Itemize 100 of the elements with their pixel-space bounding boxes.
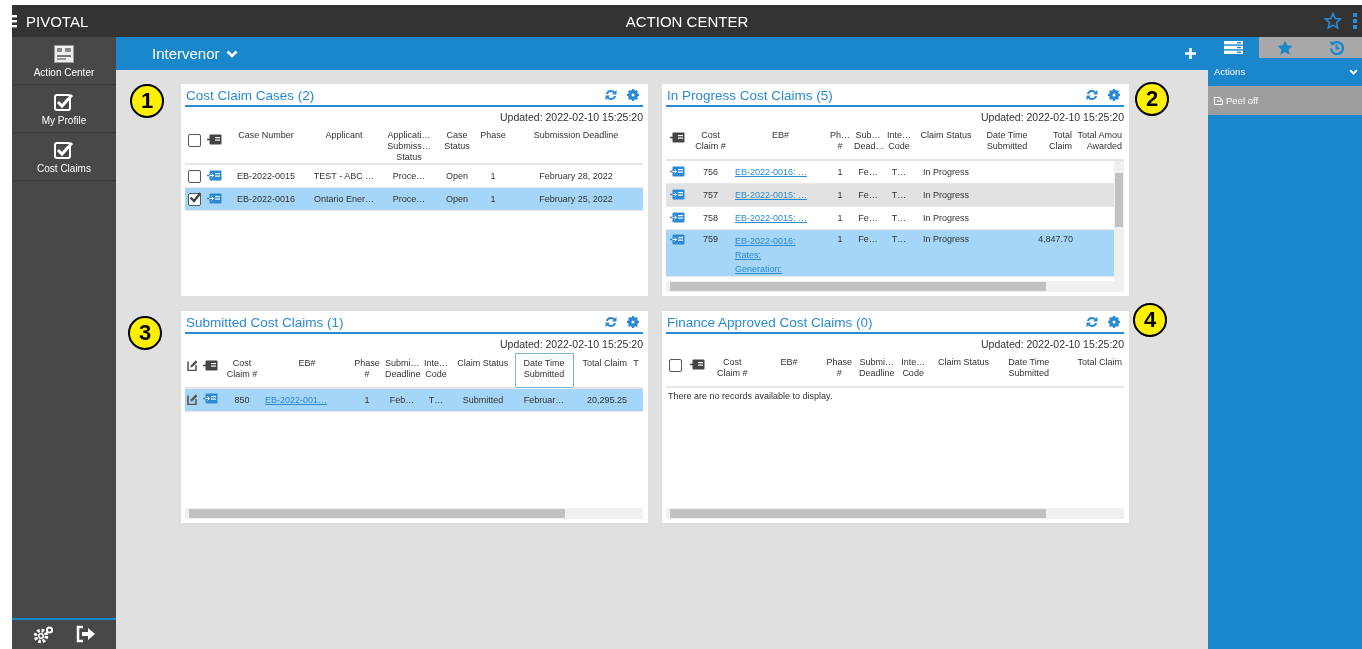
context-dropdown[interactable]: Intervenor — [152, 45, 238, 62]
add-icon[interactable] — [1185, 48, 1196, 59]
column-header[interactable]: Inte… Code — [884, 126, 914, 160]
column-header[interactable]: Submission Deadline — [509, 126, 643, 164]
table-cell: 1 — [828, 229, 852, 277]
table-cell: Proce… — [381, 165, 437, 188]
open-record-icon[interactable] — [206, 192, 222, 204]
table-row[interactable]: 759 EB-2022-0016: Rates: Generation: 1 Fe… T… In Progress 4,847.70 — [666, 229, 1114, 277]
table-row[interactable]: 758 EB-2022-0015: … 1 Fe… T… In Progress — [666, 206, 1114, 230]
open-record-icon[interactable] — [669, 211, 685, 223]
table-cell: 757 — [688, 183, 733, 207]
widget-title: Cost Claim Cases (2) — [186, 87, 315, 103]
column-header[interactable]: Inte… Code — [421, 353, 451, 388]
table-cell: Fe… — [852, 229, 884, 277]
record-link[interactable]: EB-2022-0016: … — [735, 165, 826, 179]
table-cell: 20,295.25 — [573, 388, 629, 411]
star-icon[interactable] — [1324, 12, 1342, 30]
updated-timestamp: Updated: 2022-02-10 15:25:20 — [980, 111, 1124, 123]
open-record-icon[interactable] — [669, 188, 685, 200]
table-row[interactable]: 850 EB-2022-001… 1 Feb… T… Submitted Februar… 20,295.25 — [185, 388, 643, 411]
callout-marker: 4 — [1133, 303, 1167, 337]
settings-icon[interactable] — [32, 625, 54, 645]
open-record-icon[interactable] — [202, 393, 218, 404]
checkbox[interactable] — [187, 169, 201, 183]
dashboard-icon — [54, 45, 74, 63]
updated-timestamp: Updated: 2022-02-10 15:25:20 — [499, 111, 643, 123]
table-cell: Feb… — [383, 388, 421, 411]
column-header[interactable]: Claim Status — [929, 353, 998, 387]
column-header[interactable]: EB# — [263, 353, 351, 388]
menu-icon[interactable] — [12, 14, 20, 28]
horizontal-scrollbar[interactable] — [666, 281, 1124, 292]
table-cell: 4,847.70 — [1036, 229, 1074, 277]
column-header[interactable]: Applicant — [307, 126, 381, 164]
open-record-icon — [202, 359, 218, 371]
checkbox[interactable] — [669, 359, 683, 372]
column-header[interactable]: Inte… Code — [897, 353, 930, 387]
column-header[interactable]: Applicati… Submiss… Status — [381, 126, 437, 164]
horizontal-scrollbar[interactable] — [666, 508, 1124, 519]
table-row[interactable]: 757 EB-2022-0015: … 1 Fe… T… In Progress — [666, 183, 1114, 207]
vertical-scrollbar[interactable] — [1114, 161, 1124, 281]
more-icon[interactable] — [1352, 12, 1358, 30]
callout-marker: 3 — [128, 316, 162, 350]
checkbox[interactable] — [187, 192, 201, 206]
column-header[interactable]: Submi… Deadline — [383, 353, 421, 388]
column-header[interactable]: Phase # — [351, 353, 383, 388]
table-cell: Open — [437, 187, 477, 211]
column-header[interactable]: T — [629, 353, 643, 388]
table-cell: T… — [884, 183, 914, 207]
table-cell: Proce… — [381, 187, 437, 211]
column-header[interactable]: Case Status — [437, 126, 477, 164]
edit-icon[interactable] — [187, 392, 197, 405]
column-header[interactable]: Claim Status — [451, 353, 515, 388]
column-header[interactable]: Date Time Submitted — [978, 126, 1036, 160]
column-header[interactable]: Sub… Dead… — [852, 126, 884, 160]
checkbox[interactable] — [187, 134, 201, 147]
refresh-icon[interactable] — [1086, 316, 1098, 328]
table-cell: EB-2022-0015 — [225, 165, 307, 188]
column-header[interactable]: Total Claim — [573, 353, 629, 388]
history-icon — [1328, 40, 1344, 55]
checkbox-icon — [54, 141, 74, 159]
horizontal-scrollbar[interactable] — [185, 508, 643, 519]
column-header[interactable]: Total Claim — [1059, 353, 1124, 387]
table-cell: T… — [884, 229, 914, 277]
column-header[interactable]: Submi… Deadline — [856, 353, 898, 387]
table-cell: Open — [437, 165, 477, 188]
table-row[interactable]: 756 EB-2022-0016: … 1 Fe… T… In Progress — [666, 161, 1114, 184]
column-header[interactable]: Cost Claim # — [688, 126, 733, 160]
refresh-icon[interactable] — [605, 316, 617, 328]
column-header[interactable]: Cost Claim # — [221, 353, 263, 388]
table-cell: 759 — [688, 229, 733, 277]
column-header[interactable]: Phase # — [822, 353, 857, 387]
column-header[interactable]: EB# — [755, 353, 823, 387]
refresh-icon[interactable] — [605, 89, 617, 101]
column-header[interactable]: Case Number — [225, 126, 307, 164]
record-link[interactable]: EB-2022-0015: … — [735, 211, 826, 225]
table-cell: In Progress — [914, 229, 978, 277]
table-row[interactable]: EB-2022-0015 TEST - ABC … Proce… Open 1 February 28, 2022 — [185, 165, 643, 188]
table-cell: 1 — [351, 388, 383, 411]
table-row[interactable]: EB-2022-0016 Ontario Ener… Proce… Open 1 February 25, 2022 — [185, 187, 643, 211]
logout-icon[interactable] — [76, 625, 96, 643]
sidebar-item[interactable]: Action Center — [12, 37, 116, 85]
column-header[interactable]: Cost Claim # — [708, 353, 756, 387]
column-header[interactable]: Claim Status — [914, 126, 978, 160]
column-header[interactable]: Ph… # — [828, 126, 852, 160]
table-cell: Submitted — [451, 388, 515, 411]
open-record-icon[interactable] — [669, 165, 685, 177]
refresh-icon[interactable] — [1086, 89, 1098, 101]
open-record-icon[interactable] — [206, 169, 222, 181]
table-cell: February 25, 2022 — [509, 187, 643, 211]
column-header[interactable]: EB# — [733, 126, 828, 160]
column-header[interactable]: Total Claim — [1036, 126, 1074, 160]
chevron-down-icon — [1349, 68, 1358, 75]
column-header[interactable]: Phase — [477, 126, 509, 164]
app-name: PIVOTAL — [26, 12, 89, 30]
open-record-icon[interactable] — [669, 234, 685, 245]
column-header[interactable]: Date Time Submitted — [997, 353, 1060, 387]
chevron-down-icon — [225, 49, 238, 58]
table-cell: Februar… — [515, 388, 573, 411]
column-header[interactable]: Total Amou Awarded — [1074, 126, 1124, 160]
column-header[interactable]: Date Time Submitted — [515, 353, 573, 388]
